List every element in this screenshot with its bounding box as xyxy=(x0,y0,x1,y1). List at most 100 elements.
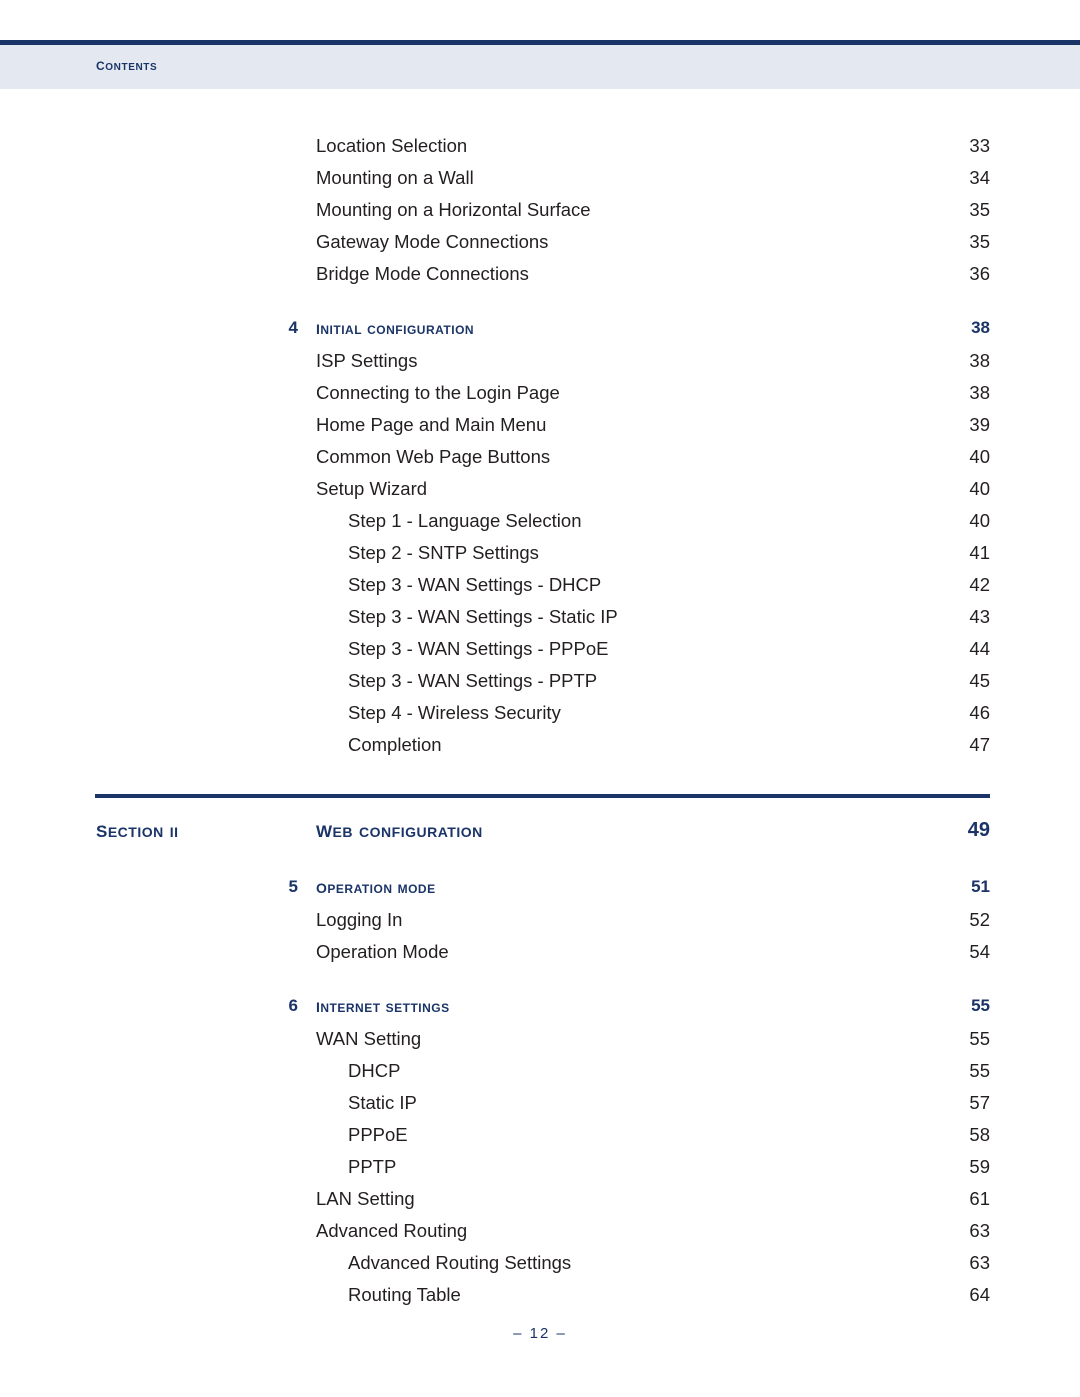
toc-entry[interactable]: Step 3 - WAN Settings - PPTP 45 xyxy=(0,668,1080,700)
toc-entry[interactable]: WAN Setting 55 xyxy=(0,1026,1080,1058)
toc-entry-page: 63 xyxy=(969,1220,990,1241)
toc-chapter-number: 6 xyxy=(288,996,298,1015)
toc-entry-title: Step 2 - SNTP Settings xyxy=(348,542,539,563)
toc-entry-page: 39 xyxy=(969,414,990,435)
toc-entry[interactable]: LAN Setting 61 xyxy=(0,1186,1080,1218)
toc-entry-page: 57 xyxy=(969,1092,990,1113)
toc-entry[interactable]: ISP Settings 38 xyxy=(0,348,1080,380)
section-heading[interactable]: Section II Web Configuration 49 xyxy=(0,794,1080,862)
header-band: Contents xyxy=(0,45,1080,89)
toc-entry-title: Step 4 - Wireless Security xyxy=(348,702,561,723)
toc-entry[interactable]: Step 1 - Language Selection 40 xyxy=(0,508,1080,540)
toc-entry[interactable]: Mounting on a Wall 34 xyxy=(0,165,1080,197)
toc-entry-page: 36 xyxy=(969,263,990,284)
toc-entry[interactable]: Static IP 57 xyxy=(0,1090,1080,1122)
toc-entry-title: Home Page and Main Menu xyxy=(316,414,547,435)
toc-entry-title: Bridge Mode Connections xyxy=(316,263,529,284)
toc-chapter-title: Operation Mode xyxy=(316,876,436,898)
toc-entry-page: 42 xyxy=(969,574,990,595)
toc-entry-page: 55 xyxy=(969,1028,990,1049)
toc-entry-title: Routing Table xyxy=(348,1284,461,1305)
toc-entry-title: Connecting to the Login Page xyxy=(316,382,560,403)
toc-chapter-page: 51 xyxy=(971,877,990,896)
toc-chapter-title: Initial Configuration xyxy=(316,317,475,339)
toc-chapter-heading[interactable]: 5 Operation Mode 51 xyxy=(0,874,1080,907)
toc-chapter-5: 5 Operation Mode 51 Logging In 52 Operat… xyxy=(0,874,1080,971)
toc-entry-page: 47 xyxy=(969,734,990,755)
toc-entry-title: Advanced Routing Settings xyxy=(348,1252,572,1273)
toc-entry-title: DHCP xyxy=(348,1060,401,1081)
toc-entry[interactable]: Home Page and Main Menu 39 xyxy=(0,412,1080,444)
toc-entry-title: WAN Setting xyxy=(316,1028,422,1049)
toc-entry-page: 44 xyxy=(969,638,990,659)
toc-entry-page: 38 xyxy=(969,350,990,371)
toc-entry-title: ISP Settings xyxy=(316,350,418,371)
toc-entry[interactable]: Step 3 - WAN Settings - DHCP 42 xyxy=(0,572,1080,604)
section-title: Web Configuration xyxy=(316,816,483,843)
toc-entry-title: PPTP xyxy=(348,1156,397,1177)
toc-entry[interactable]: Setup Wizard 40 xyxy=(0,476,1080,508)
toc-entry[interactable]: Advanced Routing Settings 63 xyxy=(0,1250,1080,1282)
toc-chapter-number: 5 xyxy=(288,877,298,896)
toc-group: Location Selection 33 Mounting on a Wall… xyxy=(0,133,1080,293)
toc-entry-title: Completion xyxy=(348,734,442,755)
toc-entry-title: Operation Mode xyxy=(316,941,449,962)
toc-entry-page: 35 xyxy=(969,199,990,220)
section-label: Section II xyxy=(96,816,179,843)
toc-entry[interactable]: Operation Mode 54 xyxy=(0,939,1080,971)
toc-entry-title: LAN Setting xyxy=(316,1188,415,1209)
page-footer: – 12 – xyxy=(0,1325,1080,1342)
toc-entry-page: 43 xyxy=(969,606,990,627)
toc-entry[interactable]: Completion 47 xyxy=(0,732,1080,764)
toc-entry[interactable]: Step 4 - Wireless Security 46 xyxy=(0,700,1080,732)
toc-entry[interactable]: Step 3 - WAN Settings - PPPoE 44 xyxy=(0,636,1080,668)
toc-entry-title: Setup Wizard xyxy=(316,478,428,499)
toc-entry-page: 63 xyxy=(969,1252,990,1273)
toc-entry-page: 45 xyxy=(969,670,990,691)
toc-chapter-heading[interactable]: 6 Internet Settings 55 xyxy=(0,993,1080,1026)
toc-entry-title: Step 3 - WAN Settings - PPTP xyxy=(348,670,598,691)
toc-chapter-4: 4 Initial Configuration 38 ISP Settings … xyxy=(0,315,1080,764)
toc-entry-page: 38 xyxy=(969,382,990,403)
toc-entry-page: 61 xyxy=(969,1188,990,1209)
table-of-contents: Location Selection 33 Mounting on a Wall… xyxy=(0,133,1080,1314)
toc-entry[interactable]: Gateway Mode Connections 35 xyxy=(0,229,1080,261)
toc-entry-title: Advanced Routing xyxy=(316,1220,468,1241)
toc-entry[interactable]: Step 2 - SNTP Settings 41 xyxy=(0,540,1080,572)
section-page: 49 xyxy=(967,819,990,841)
toc-entry-title: Static IP xyxy=(348,1092,417,1113)
toc-entry[interactable]: Location Selection 33 xyxy=(0,133,1080,165)
toc-entry[interactable]: Routing Table 64 xyxy=(0,1282,1080,1314)
toc-chapter-page: 55 xyxy=(971,996,990,1015)
toc-entry[interactable]: Connecting to the Login Page 38 xyxy=(0,380,1080,412)
page-number: – 12 – xyxy=(513,1325,567,1342)
toc-entry[interactable]: Step 3 - WAN Settings - Static IP 43 xyxy=(0,604,1080,636)
toc-entry-page: 41 xyxy=(969,542,990,563)
toc-entry[interactable]: Bridge Mode Connections 36 xyxy=(0,261,1080,293)
toc-entry[interactable]: DHCP 55 xyxy=(0,1058,1080,1090)
toc-entry-title: Step 3 - WAN Settings - PPPoE xyxy=(348,638,609,659)
toc-chapter-6: 6 Internet Settings 55 WAN Setting 55 DH… xyxy=(0,993,1080,1314)
toc-entry-page: 35 xyxy=(969,231,990,252)
toc-chapter-heading[interactable]: 4 Initial Configuration 38 xyxy=(0,315,1080,348)
toc-entry[interactable]: Advanced Routing 63 xyxy=(0,1218,1080,1250)
toc-entry-title: Logging In xyxy=(316,909,403,930)
page-header: Contents xyxy=(0,40,1080,89)
toc-entry-page: 58 xyxy=(969,1124,990,1145)
running-head-label: Contents xyxy=(96,55,158,74)
toc-chapter-title: Internet Settings xyxy=(316,995,450,1017)
toc-entry[interactable]: Logging In 52 xyxy=(0,907,1080,939)
toc-entry-page: 46 xyxy=(969,702,990,723)
toc-entry-title: Gateway Mode Connections xyxy=(316,231,549,252)
toc-entry[interactable]: Mounting on a Horizontal Surface 35 xyxy=(0,197,1080,229)
toc-entry-page: 64 xyxy=(969,1284,990,1305)
toc-entry-page: 40 xyxy=(969,446,990,467)
toc-entry-page: 54 xyxy=(969,941,990,962)
toc-entry[interactable]: PPPoE 58 xyxy=(0,1122,1080,1154)
toc-entry[interactable]: PPTP 59 xyxy=(0,1154,1080,1186)
toc-entry[interactable]: Common Web Page Buttons 40 xyxy=(0,444,1080,476)
toc-entry-page: 52 xyxy=(969,909,990,930)
